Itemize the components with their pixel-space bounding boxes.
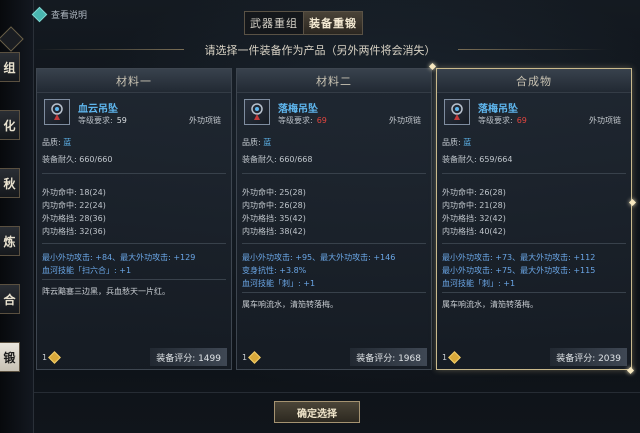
tab-equip-reforge[interactable]: 装备重锻 (304, 12, 362, 34)
durability-row: 装备耐久: 659/664 (442, 155, 513, 164)
deco-line-right (458, 49, 608, 50)
stat-line: 内功格挡: 38(42) (242, 227, 306, 236)
help-link[interactable]: 查看说明 (31, 6, 88, 23)
divider (42, 243, 226, 244)
result-panel[interactable]: 合成物落梅吊坠 等级要求: 69 外功项链品质: 蓝装备耐久: 659/664 外功命中… (436, 68, 632, 370)
stat-line: 内功命中: 26(28) (242, 201, 306, 210)
durability-row: 装备耐久: 660/668 (242, 155, 313, 164)
tab-weapon-reforge[interactable]: 武器重组 (245, 12, 303, 34)
panel-title: 材料一 (37, 69, 231, 93)
equip-score: 装备评分: 1499 (150, 348, 227, 366)
affix-line: 最小外功攻击: +95、最大外功攻击: +146 (242, 253, 396, 262)
affix-line: 最小外功攻击: +84、最大外功攻击: +129 (42, 253, 196, 262)
flavor-text: 属车响流水，清笳转落梅。 (442, 300, 538, 309)
affix-line: 血河技能「扫六合」: +1 (42, 266, 132, 275)
quality-row: 品质: 蓝 (442, 137, 471, 148)
level-value: 69 (316, 116, 327, 125)
level-label: 等级要求: (478, 116, 513, 125)
panel-footer: 1 装备评分: 1499 (37, 345, 231, 369)
stat-line: 内功命中: 22(24) (42, 201, 106, 210)
quality-label: 品质: (242, 138, 261, 147)
equip-score: 装备评分: 1968 (350, 348, 427, 366)
confirm-button[interactable]: 确定选择 (274, 401, 360, 423)
panel-title: 材料二 (237, 69, 431, 93)
tab-bar: 武器重组 装备重锻 (244, 11, 363, 35)
stat-line: 外功格挡: 28(36) (42, 214, 106, 223)
help-label: 查看说明 (51, 11, 88, 21)
gold-ingot-icon (448, 350, 461, 364)
quality-value: 蓝 (263, 138, 272, 147)
divider (242, 292, 426, 293)
quality-value: 蓝 (463, 138, 472, 147)
divider (42, 279, 226, 280)
rail-tab-6[interactable]: 锻 (0, 342, 20, 372)
gold-ingot-icon (48, 350, 61, 364)
stat-line: 外功命中: 25(28) (242, 188, 306, 197)
level-value: 69 (516, 116, 527, 125)
stat-line: 内功命中: 21(28) (442, 201, 506, 210)
affix-line: 血河技能「刺」: +1 (442, 279, 516, 288)
item-type: 外功项链 (589, 116, 621, 125)
material-panel-1[interactable]: 材料一血云吊坠 等级要求: 59 外功项链品质: 蓝装备耐久: 660/660 外功命中… (36, 68, 232, 370)
rail-tab-3[interactable]: 秋 (0, 168, 20, 198)
quality-row: 品质: 蓝 (42, 137, 71, 148)
panel-footer: 1 装备评分: 1968 (237, 345, 431, 369)
level-value: 59 (116, 116, 127, 125)
item-type: 外功项链 (389, 116, 421, 125)
item-type: 外功项链 (189, 116, 221, 125)
item-header: 血云吊坠 等级要求: 59 外功项链 (37, 93, 231, 129)
affix-line: 最小外功攻击: +73、最大外功攻击: +112 (442, 253, 596, 262)
pendant-icon[interactable] (444, 99, 470, 125)
item-name: 落梅吊坠 (478, 104, 518, 115)
item-name: 血云吊坠 (78, 104, 118, 115)
divider (242, 173, 426, 174)
rail-tab-4[interactable]: 炼 (0, 226, 20, 256)
divider (442, 243, 626, 244)
stat-line: 外功命中: 26(28) (442, 188, 506, 197)
equip-score: 装备评分: 2039 (550, 348, 627, 366)
instruction-text: 请选择一件装备作为产品（另外两件将会消失） (204, 44, 436, 57)
rail-tab-5[interactable]: 合 (0, 284, 20, 314)
panel-title: 合成物 (437, 69, 631, 93)
foot-number: 1 (42, 352, 48, 362)
foot-number: 1 (442, 352, 448, 362)
pendant-icon[interactable] (244, 99, 270, 125)
pendant-icon[interactable] (44, 99, 70, 125)
affix-line: 最小外功攻击: +75、最大外功攻击: +115 (442, 266, 596, 275)
stat-line: 外功命中: 18(24) (42, 188, 106, 197)
affix-line: 血河技能「刺」: +1 (242, 279, 316, 288)
quality-row: 品质: 蓝 (242, 137, 271, 148)
bottom-divider (34, 392, 640, 393)
quality-value: 蓝 (63, 138, 72, 147)
item-name: 落梅吊坠 (278, 104, 318, 115)
level-label: 等级要求: (278, 116, 313, 125)
stat-line: 内功格挡: 32(36) (42, 227, 106, 236)
flavor-text: 阵云黯塞三边黑，兵血愁天一片红。 (42, 287, 170, 296)
quality-label: 品质: (442, 138, 461, 147)
gold-ingot-icon (248, 350, 261, 364)
item-header: 落梅吊坠 等级要求: 69 外功项链 (437, 93, 631, 129)
divider (42, 173, 226, 174)
durability-row: 装备耐久: 660/660 (42, 155, 113, 164)
divider (242, 243, 426, 244)
item-level: 等级要求: 59 (78, 115, 127, 126)
divider (442, 292, 626, 293)
foot-number: 1 (242, 352, 248, 362)
diamond-help-icon (31, 6, 48, 23)
level-label: 等级要求: (78, 116, 113, 125)
rail-tab-2[interactable]: 化 (0, 110, 20, 140)
stat-line: 外功格挡: 32(42) (442, 214, 506, 223)
item-level: 等级要求: 69 (278, 115, 327, 126)
affix-line: 变身抗性: +3.8% (242, 266, 307, 275)
item-level: 等级要求: 69 (478, 115, 527, 126)
material-panel-2[interactable]: 材料二落梅吊坠 等级要求: 69 外功项链品质: 蓝装备耐久: 660/668 外功命中… (236, 68, 432, 370)
stat-line: 内功格挡: 40(42) (442, 227, 506, 236)
stat-line: 外功格挡: 35(42) (242, 214, 306, 223)
left-rail: 组 化 秋 炼 合 锻 (0, 0, 34, 433)
item-header: 落梅吊坠 等级要求: 69 外功项链 (237, 93, 431, 129)
quality-label: 品质: (42, 138, 61, 147)
divider (442, 173, 626, 174)
panel-footer: 1 装备评分: 2039 (437, 345, 631, 369)
flavor-text: 属车响流水，清笳转落梅。 (242, 300, 338, 309)
